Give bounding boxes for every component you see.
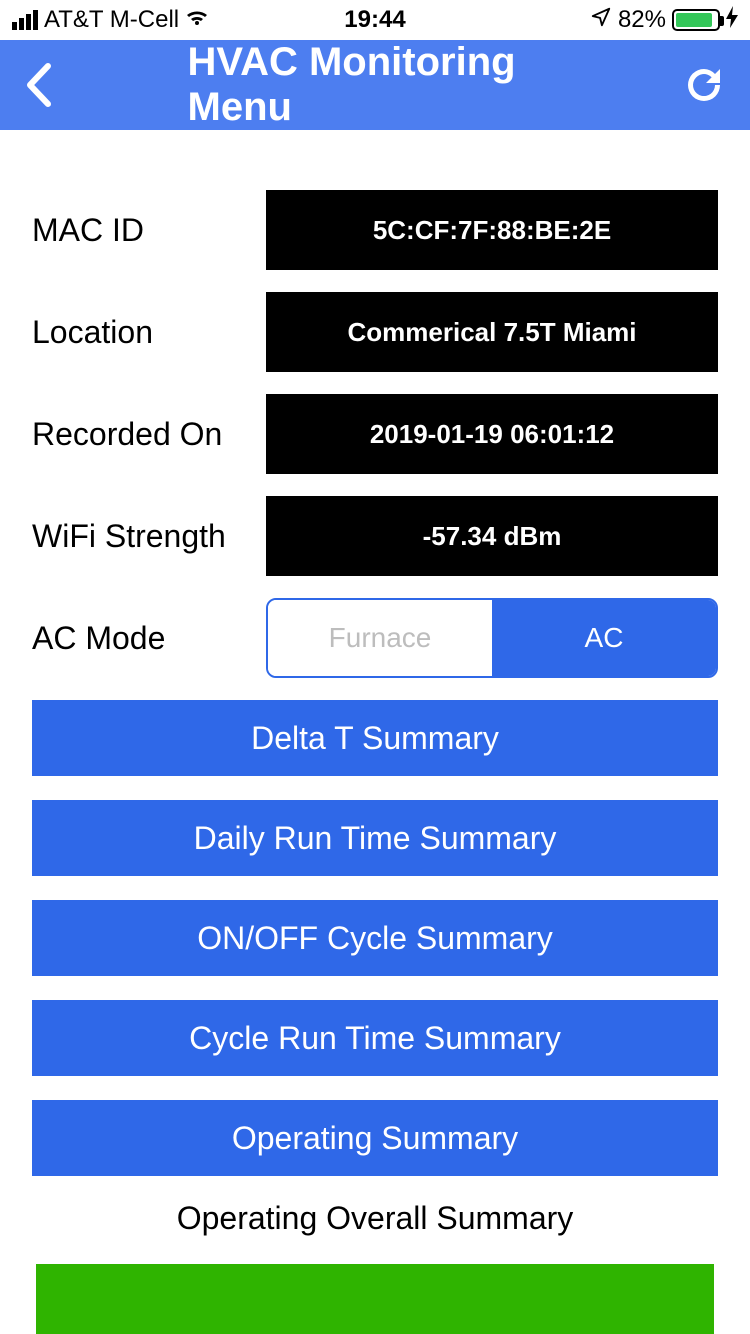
daily-run-time-summary-button[interactable]: Daily Run Time Summary [32, 800, 718, 876]
cell-signal-icon [12, 10, 38, 30]
location-row: Location Commerical 7.5T Miami [32, 292, 718, 372]
mode-option-furnace[interactable]: Furnace [268, 600, 492, 676]
ac-mode-segmented: Furnace AC [266, 598, 718, 678]
cycle-run-time-summary-button[interactable]: Cycle Run Time Summary [32, 1000, 718, 1076]
recorded-on-label: Recorded On [32, 416, 266, 453]
ac-mode-label: AC Mode [32, 620, 266, 657]
wifi-icon [185, 7, 209, 33]
wifi-strength-value: -57.34 dBm [266, 496, 718, 576]
operating-overall-summary-title: Operating Overall Summary [32, 1200, 718, 1237]
mac-id-value: 5C:CF:7F:88:BE:2E [266, 190, 718, 270]
mac-id-row: MAC ID 5C:CF:7F:88:BE:2E [32, 190, 718, 270]
mac-id-label: MAC ID [32, 212, 266, 249]
charging-icon [726, 6, 738, 35]
content: MAC ID 5C:CF:7F:88:BE:2E Location Commer… [0, 130, 750, 1237]
nav-bar: HVAC Monitoring Menu [0, 40, 750, 130]
recorded-on-row: Recorded On 2019-01-19 06:01:12 [32, 394, 718, 474]
wifi-strength-row: WiFi Strength -57.34 dBm [32, 496, 718, 576]
carrier-label: AT&T M-Cell [44, 6, 179, 34]
battery-pct-label: 82% [618, 6, 666, 34]
operating-summary-button[interactable]: Operating Summary [32, 1100, 718, 1176]
status-right: 82% [590, 6, 738, 35]
status-left: AT&T M-Cell [12, 6, 209, 34]
onoff-cycle-summary-button[interactable]: ON/OFF Cycle Summary [32, 900, 718, 976]
clock-label: 19:44 [344, 6, 405, 34]
status-bar: AT&T M-Cell 19:44 82% [0, 0, 750, 40]
battery-icon [672, 9, 720, 31]
operating-overall-summary-button[interactable] [36, 1264, 714, 1334]
delta-t-summary-button[interactable]: Delta T Summary [32, 700, 718, 776]
back-button[interactable] [24, 60, 54, 110]
location-label: Location [32, 314, 266, 351]
mode-option-ac[interactable]: AC [492, 600, 716, 676]
wifi-strength-label: WiFi Strength [32, 518, 266, 555]
ac-mode-row: AC Mode Furnace AC [32, 598, 718, 678]
location-arrow-icon [590, 6, 612, 35]
location-value: Commerical 7.5T Miami [266, 292, 718, 372]
refresh-button[interactable] [682, 63, 726, 107]
recorded-on-value: 2019-01-19 06:01:12 [266, 394, 718, 474]
page-title: HVAC Monitoring Menu [188, 40, 563, 130]
